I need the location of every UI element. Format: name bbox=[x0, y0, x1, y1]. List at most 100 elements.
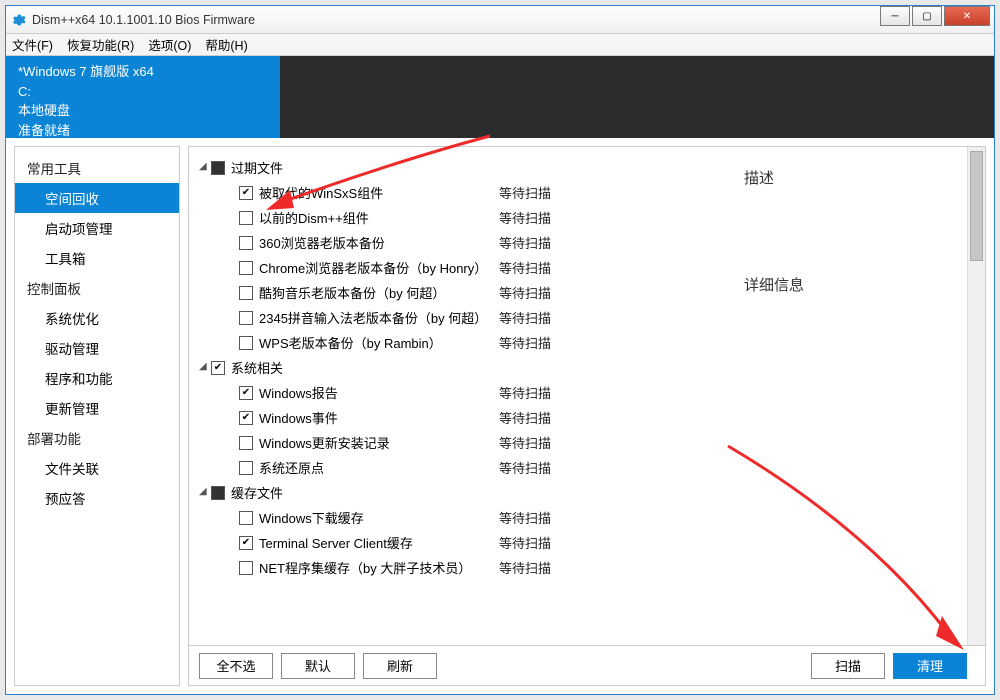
item-status: 等待扫描 bbox=[499, 558, 551, 577]
item-label: Windows事件 bbox=[259, 408, 499, 427]
description-heading: 描述 bbox=[744, 167, 856, 188]
minimize-button[interactable]: ─ bbox=[880, 6, 910, 26]
category-label: 缓存文件 bbox=[231, 483, 283, 502]
scrollbar-thumb[interactable] bbox=[970, 151, 983, 261]
main-panel: ◢过期文件被取代的WinSxS组件等待扫描以前的Dism++组件等待扫描360浏… bbox=[188, 146, 986, 686]
item-label: 酷狗音乐老版本备份（by 何超） bbox=[259, 283, 499, 302]
sidebar-group: 常用工具 bbox=[15, 153, 179, 183]
sidebar-item[interactable]: 预应答 bbox=[15, 483, 179, 513]
info-os: *Windows 7 旗舰版 x64 bbox=[18, 62, 268, 82]
info-dark-area bbox=[280, 56, 994, 138]
item-status: 等待扫描 bbox=[499, 433, 551, 452]
item-checkbox[interactable] bbox=[239, 211, 253, 225]
category-checkbox[interactable] bbox=[211, 361, 225, 375]
item-checkbox[interactable] bbox=[239, 336, 253, 350]
item-checkbox[interactable] bbox=[239, 286, 253, 300]
item-status: 等待扫描 bbox=[499, 308, 551, 327]
item-status: 等待扫描 bbox=[499, 208, 551, 227]
tree-category[interactable]: ◢ 缓存文件 bbox=[199, 480, 963, 505]
item-label: 以前的Dism++组件 bbox=[259, 208, 499, 227]
item-label: 360浏览器老版本备份 bbox=[259, 233, 499, 252]
item-label: Windows更新安装记录 bbox=[259, 433, 499, 452]
tree-item[interactable]: Windows报告等待扫描 bbox=[199, 380, 963, 405]
caret-icon: ◢ bbox=[199, 486, 211, 497]
sidebar: 常用工具空间回收启动项管理工具箱控制面板系统优化驱动管理程序和功能更新管理部署功… bbox=[14, 146, 180, 686]
tree-item[interactable]: Windows下载缓存等待扫描 bbox=[199, 505, 963, 530]
tree-item[interactable]: WPS老版本备份（by Rambin）等待扫描 bbox=[199, 330, 963, 355]
clean-button[interactable]: 清理 bbox=[893, 653, 967, 679]
menu-file[interactable]: 文件(F) bbox=[12, 35, 53, 54]
footer: 全不选 默认 刷新 扫描 清理 bbox=[189, 645, 985, 685]
item-checkbox[interactable] bbox=[239, 536, 253, 550]
item-label: 2345拼音输入法老版本备份（by 何超） bbox=[259, 308, 499, 327]
info-disk: 本地硬盘 bbox=[18, 101, 268, 121]
item-checkbox[interactable] bbox=[239, 561, 253, 575]
tree-item[interactable]: Windows事件等待扫描 bbox=[199, 405, 963, 430]
close-button[interactable]: ✕ bbox=[944, 6, 990, 26]
tree-item[interactable]: Windows更新安装记录等待扫描 bbox=[199, 430, 963, 455]
detail-heading: 详细信息 bbox=[744, 274, 856, 295]
item-label: WPS老版本备份（by Rambin） bbox=[259, 333, 499, 352]
tree-category[interactable]: ◢系统相关 bbox=[199, 355, 963, 380]
right-panel: 描述 详细信息 bbox=[744, 167, 856, 295]
item-checkbox[interactable] bbox=[239, 236, 253, 250]
titlebar: Dism++x64 10.1.1001.10 Bios Firmware ─ ▢… bbox=[6, 6, 994, 34]
item-status: 等待扫描 bbox=[499, 408, 551, 427]
window-title: Dism++x64 10.1.1001.10 Bios Firmware bbox=[32, 13, 878, 27]
sidebar-item[interactable]: 程序和功能 bbox=[15, 363, 179, 393]
item-status: 等待扫描 bbox=[499, 508, 551, 527]
sidebar-item[interactable]: 工具箱 bbox=[15, 243, 179, 273]
category-label: 过期文件 bbox=[231, 158, 283, 177]
item-status: 等待扫描 bbox=[499, 333, 551, 352]
menu-recover[interactable]: 恢复功能(R) bbox=[67, 35, 134, 54]
sidebar-item[interactable]: 空间回收 bbox=[15, 183, 179, 213]
sidebar-group: 控制面板 bbox=[15, 273, 179, 303]
category-checkbox[interactable] bbox=[211, 486, 225, 500]
select-none-button[interactable]: 全不选 bbox=[199, 653, 273, 679]
item-label: 被取代的WinSxS组件 bbox=[259, 183, 499, 202]
item-checkbox[interactable] bbox=[239, 436, 253, 450]
item-checkbox[interactable] bbox=[239, 411, 253, 425]
info-drive: C: bbox=[18, 82, 268, 102]
item-checkbox[interactable] bbox=[239, 511, 253, 525]
item-checkbox[interactable] bbox=[239, 311, 253, 325]
tree-item[interactable]: Terminal Server Client缓存等待扫描 bbox=[199, 530, 963, 555]
item-status: 等待扫描 bbox=[499, 283, 551, 302]
maximize-button[interactable]: ▢ bbox=[912, 6, 942, 26]
sidebar-item[interactable]: 文件关联 bbox=[15, 453, 179, 483]
sidebar-item[interactable]: 启动项管理 bbox=[15, 213, 179, 243]
item-checkbox[interactable] bbox=[239, 386, 253, 400]
item-label: 系统还原点 bbox=[259, 458, 499, 477]
default-button[interactable]: 默认 bbox=[281, 653, 355, 679]
sidebar-item[interactable]: 系统优化 bbox=[15, 303, 179, 333]
item-checkbox[interactable] bbox=[239, 261, 253, 275]
tree-item[interactable]: 2345拼音输入法老版本备份（by 何超）等待扫描 bbox=[199, 305, 963, 330]
sidebar-group: 部署功能 bbox=[15, 423, 179, 453]
item-checkbox[interactable] bbox=[239, 186, 253, 200]
sidebar-item[interactable]: 更新管理 bbox=[15, 393, 179, 423]
sidebar-item[interactable]: 驱动管理 bbox=[15, 333, 179, 363]
app-icon bbox=[10, 12, 26, 28]
caret-icon: ◢ bbox=[199, 361, 211, 372]
tree-item[interactable]: NET程序集缓存（by 大胖子技术员）等待扫描 bbox=[199, 555, 963, 580]
tree-item[interactable]: 系统还原点等待扫描 bbox=[199, 455, 963, 480]
item-label: NET程序集缓存（by 大胖子技术员） bbox=[259, 558, 499, 577]
menu-help[interactable]: 帮助(H) bbox=[205, 35, 247, 54]
item-status: 等待扫描 bbox=[499, 258, 551, 277]
item-label: Windows下载缓存 bbox=[259, 508, 499, 527]
item-status: 等待扫描 bbox=[499, 383, 551, 402]
scrollbar[interactable] bbox=[967, 147, 985, 645]
scan-button[interactable]: 扫描 bbox=[811, 653, 885, 679]
item-status: 等待扫描 bbox=[499, 233, 551, 252]
item-checkbox[interactable] bbox=[239, 461, 253, 475]
menubar: 文件(F) 恢复功能(R) 选项(O) 帮助(H) bbox=[6, 34, 994, 56]
category-checkbox[interactable] bbox=[211, 161, 225, 175]
menu-options[interactable]: 选项(O) bbox=[148, 35, 191, 54]
item-status: 等待扫描 bbox=[499, 458, 551, 477]
item-label: Chrome浏览器老版本备份（by Honry） bbox=[259, 258, 499, 277]
item-status: 等待扫描 bbox=[499, 533, 551, 552]
caret-icon: ◢ bbox=[199, 161, 211, 172]
refresh-button[interactable]: 刷新 bbox=[363, 653, 437, 679]
item-label: Terminal Server Client缓存 bbox=[259, 533, 499, 552]
item-label: Windows报告 bbox=[259, 383, 499, 402]
